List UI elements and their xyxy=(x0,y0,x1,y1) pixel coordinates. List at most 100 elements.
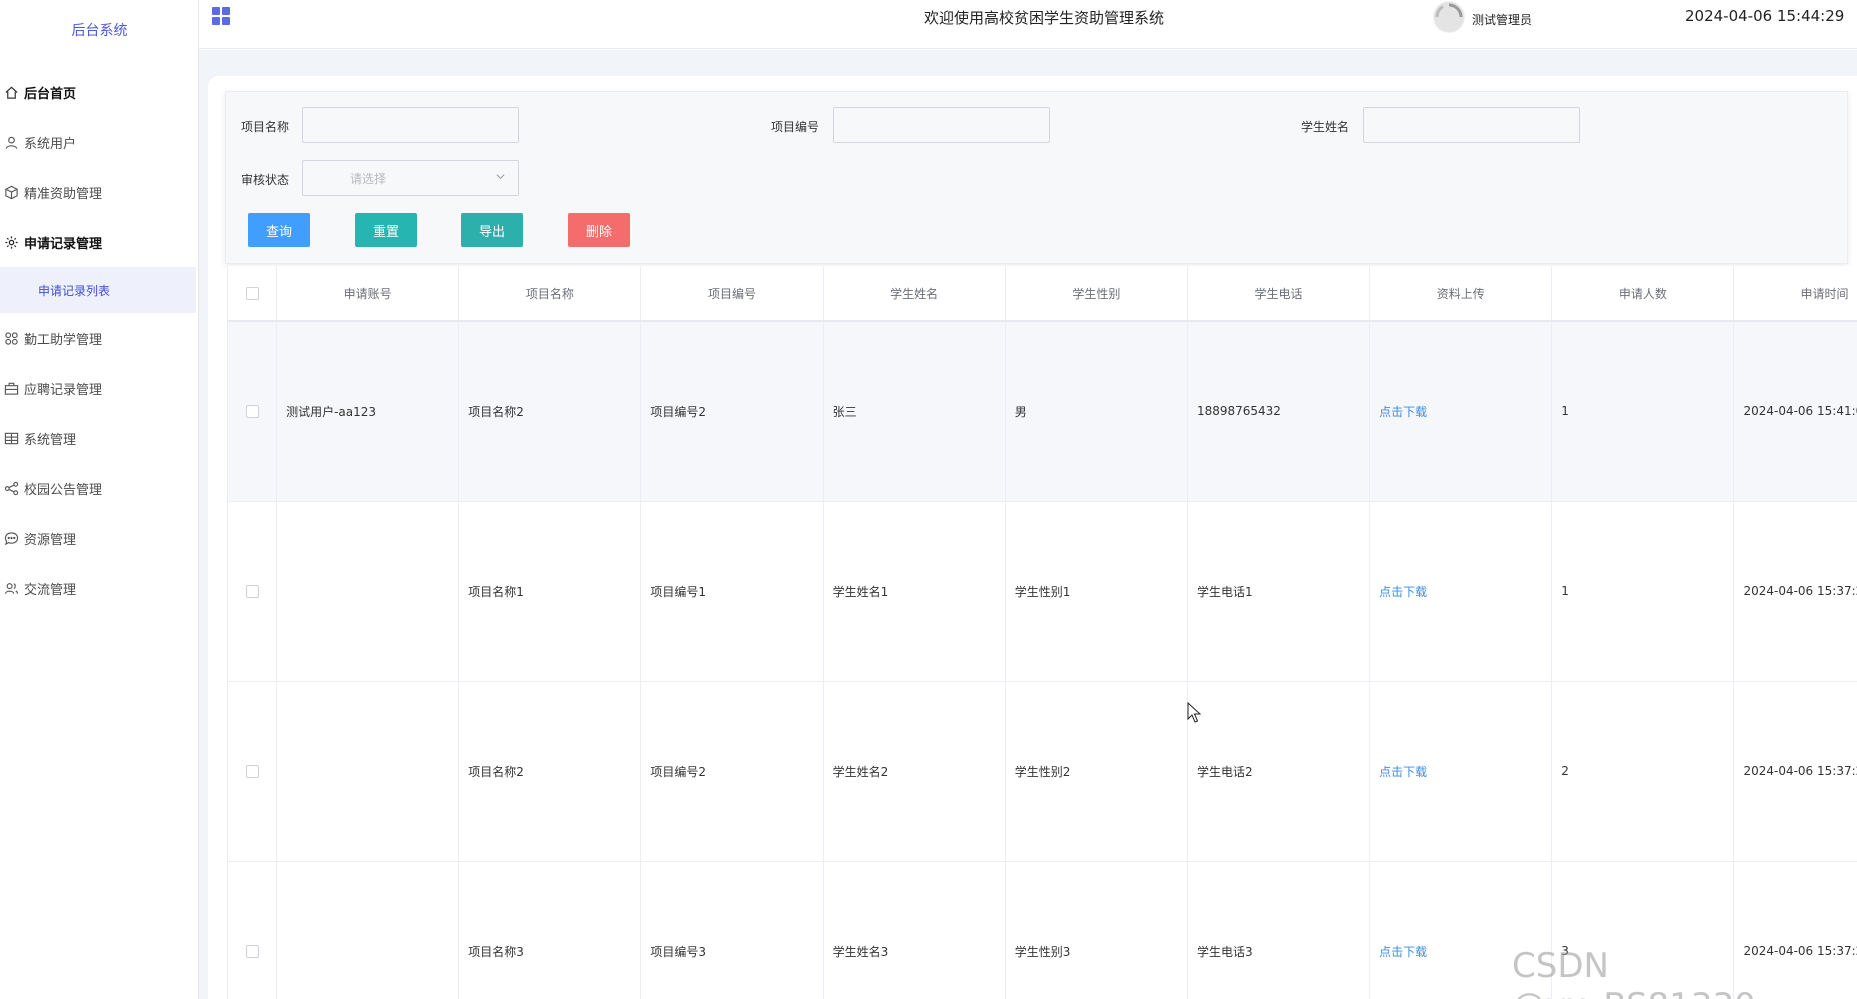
cube-icon xyxy=(2,183,20,201)
select-all-checkbox[interactable] xyxy=(245,287,259,300)
sidebar-item-application-records[interactable]: 申请记录管理 xyxy=(0,217,199,267)
reset-button[interactable]: 重置 xyxy=(355,213,417,247)
column-header[interactable]: 学生性别 xyxy=(1005,266,1188,322)
download-link[interactable]: 点击下载 xyxy=(1379,765,1427,779)
query-button[interactable]: 查询 xyxy=(248,213,310,247)
cell-gender: 学生性别1 xyxy=(1005,501,1188,682)
column-header[interactable]: 申请账号 xyxy=(276,266,460,322)
avatar[interactable] xyxy=(1433,1,1465,33)
column-header[interactable]: 项目编号 xyxy=(640,266,824,322)
brand-title: 后台系统 xyxy=(71,23,128,39)
project-no-label: 项目编号 xyxy=(771,120,820,134)
cell-time: 2024-04-06 15:37:28 xyxy=(1733,501,1857,682)
cell-gender: 男 xyxy=(1005,321,1188,502)
student-name-input[interactable] xyxy=(1363,107,1580,143)
sidebar-item-recruitment-records[interactable]: 应聘记录管理 xyxy=(0,363,199,413)
delete-button[interactable]: 删除 xyxy=(568,213,630,247)
cell-account xyxy=(276,861,460,999)
status-select-placeholder: 请选择 xyxy=(350,171,387,186)
row-select-cell[interactable] xyxy=(228,681,278,862)
sidebar-menu: 后台首页 系统用户 精准资助管理 申请记录管理 申请记录列表 勤工助学管理 应聘… xyxy=(0,67,199,613)
column-header[interactable]: 学生姓名 xyxy=(823,266,1006,322)
cell-count: 1 xyxy=(1551,501,1735,682)
sidebar-item-communication[interactable]: 交流管理 xyxy=(0,563,199,613)
column-header[interactable]: 项目名称 xyxy=(458,266,642,322)
sidebar-item-label: 系统管理 xyxy=(24,432,77,448)
cell-count: 2 xyxy=(1551,681,1735,862)
row-select-cell[interactable] xyxy=(228,321,278,502)
sidebar-item-home[interactable]: 后台首页 xyxy=(0,67,199,117)
sidebar-item-aid-management[interactable]: 精准资助管理 xyxy=(0,167,199,217)
cell-phone: 学生电话1 xyxy=(1187,501,1371,682)
sidebar-item-label: 申请记录管理 xyxy=(24,236,103,252)
admin-name[interactable]: 测试管理员 xyxy=(1472,11,1532,28)
cell-account xyxy=(276,501,460,682)
table-row[interactable]: 项目名称2 项目编号2 学生姓名2 学生性别2 学生电话2 点击下载 2 202… xyxy=(228,681,1857,862)
row-select-cell[interactable] xyxy=(228,501,278,682)
sidebar-item-resources[interactable]: 资源管理 xyxy=(0,513,199,563)
download-link[interactable]: 点击下载 xyxy=(1379,405,1427,419)
sidebar-item-system-users[interactable]: 系统用户 xyxy=(0,117,199,167)
table-header-row: 申请账号 项目名称 项目编号 学生姓名 学生性别 学生电话 资料上传 申请人数 … xyxy=(228,266,1857,322)
search-panel: 项目名称 项目编号 学生姓名 审核状态 请选择 查询 重置 导出 删除 xyxy=(225,91,1848,264)
sidebar-item-label: 精准资助管理 xyxy=(24,186,103,202)
apps-grid-icon[interactable] xyxy=(211,6,231,26)
sidebar: 后台系统 后台首页 系统用户 精准资助管理 申请记录管理 申请记录列表 勤工助学… xyxy=(0,0,199,999)
cell-upload: 点击下载 xyxy=(1369,681,1553,862)
current-datetime: 2024-04-06 15:44:29 xyxy=(1685,7,1845,25)
row-checkbox[interactable] xyxy=(245,585,259,598)
cell-account: 测试用户-aa123 xyxy=(276,321,460,502)
row-select-cell[interactable] xyxy=(228,861,278,999)
share-icon xyxy=(2,479,20,497)
table-row[interactable]: 项目名称1 项目编号1 学生姓名1 学生性别1 学生电话1 点击下载 1 202… xyxy=(228,501,1857,682)
row-checkbox[interactable] xyxy=(245,405,259,419)
cell-count: 1 xyxy=(1551,321,1735,502)
briefcase-icon xyxy=(2,379,20,397)
cell-gender: 学生性别3 xyxy=(1005,861,1188,999)
download-link[interactable]: 点击下载 xyxy=(1379,945,1427,959)
column-header[interactable]: 申请人数 xyxy=(1551,266,1735,322)
cell-project-no: 项目编号2 xyxy=(640,321,824,502)
sidebar-item-label: 系统用户 xyxy=(24,136,77,152)
grid-icon xyxy=(2,329,20,347)
project-no-input[interactable] xyxy=(833,107,1050,143)
top-header: 欢迎使用高校贫困学生资助管理系统 测试管理员 2024-04-06 15:44:… xyxy=(199,0,1857,49)
column-header[interactable]: 申请时间 xyxy=(1733,266,1857,322)
cell-project-no: 项目编号2 xyxy=(640,681,824,862)
row-checkbox[interactable] xyxy=(245,945,259,958)
table-row[interactable]: 测试用户-aa123 项目名称2 项目编号2 张三 男 18898765432 … xyxy=(228,321,1857,502)
sidebar-item-work-study[interactable]: 勤工助学管理 xyxy=(0,313,199,363)
user-icon xyxy=(2,133,20,151)
column-header[interactable]: 学生电话 xyxy=(1187,266,1371,322)
cell-phone: 18898765432 xyxy=(1187,321,1371,502)
users-icon xyxy=(2,579,20,597)
sidebar-item-label: 校园公告管理 xyxy=(24,482,103,498)
table-icon xyxy=(2,429,20,447)
cell-project-no: 项目编号3 xyxy=(640,861,824,999)
watermark-text: CSDN @vx_BS81330 xyxy=(1512,946,1756,999)
status-select[interactable]: 请选择 xyxy=(302,160,519,196)
select-all-cell[interactable] xyxy=(228,266,278,322)
export-button[interactable]: 导出 xyxy=(461,213,523,247)
cell-upload: 点击下载 xyxy=(1369,501,1553,682)
project-name-input[interactable] xyxy=(302,107,519,143)
download-link[interactable]: 点击下载 xyxy=(1379,585,1427,599)
sidebar-item-system-management[interactable]: 系统管理 xyxy=(0,413,199,463)
cell-project-name: 项目名称3 xyxy=(458,861,642,999)
cell-account xyxy=(276,681,460,862)
sidebar-subitem-application-list[interactable]: 申请记录列表 xyxy=(0,267,196,313)
row-checkbox[interactable] xyxy=(245,765,259,778)
status-label: 审核状态 xyxy=(241,173,290,187)
sidebar-item-label: 后台首页 xyxy=(24,86,77,102)
cell-project-no: 项目编号1 xyxy=(640,501,824,682)
cell-phone: 学生电话2 xyxy=(1187,681,1371,862)
mouse-cursor-icon xyxy=(1187,701,1202,728)
column-header[interactable]: 资料上传 xyxy=(1369,266,1553,322)
project-name-label: 项目名称 xyxy=(241,120,290,134)
home-icon xyxy=(2,83,20,101)
cell-phone: 学生电话3 xyxy=(1187,861,1371,999)
sidebar-item-campus-notices[interactable]: 校园公告管理 xyxy=(0,463,199,513)
sidebar-item-label: 资源管理 xyxy=(24,532,77,548)
sidebar-item-label: 应聘记录管理 xyxy=(24,382,103,398)
sidebar-item-label: 交流管理 xyxy=(24,582,77,598)
